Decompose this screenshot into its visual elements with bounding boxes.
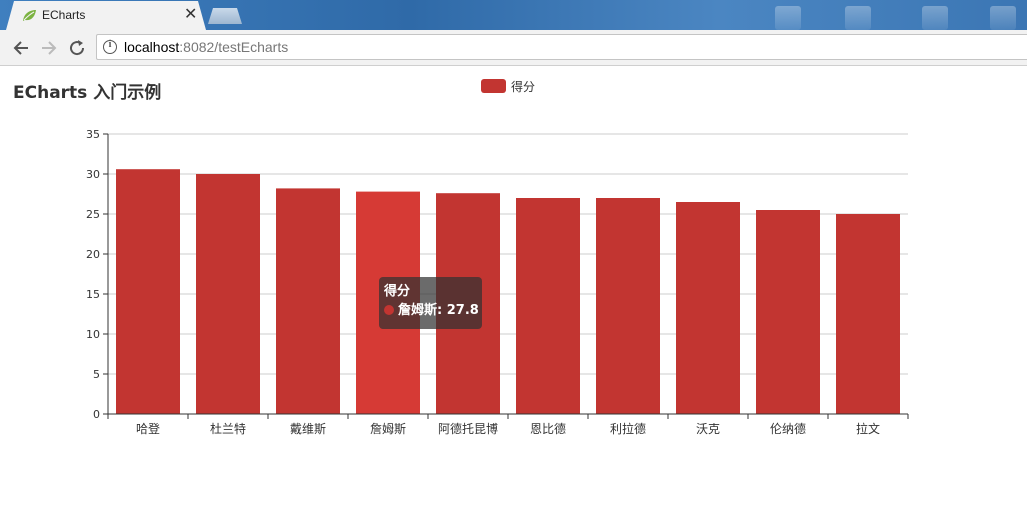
x-tick-label: 恩比德: [530, 421, 566, 436]
bar[interactable]: [756, 210, 820, 414]
y-tick-label: 30: [86, 168, 100, 181]
y-tick-label: 10: [86, 328, 100, 341]
bar[interactable]: [196, 174, 260, 414]
y-tick-label: 20: [86, 248, 100, 261]
bar-chart: 0 5 10 15 20 25 30 35 哈登 杜兰特 戴维斯 詹姆斯 阿德托昆博 恩比德 利拉德 沃克 伦纳…: [86, 128, 909, 436]
x-tick-label: 詹姆斯: [370, 422, 406, 436]
x-tick-label: 伦纳德: [770, 421, 806, 436]
y-tick-label: 25: [86, 208, 100, 221]
bar[interactable]: [276, 188, 340, 414]
x-tick-label: 戴维斯: [290, 421, 326, 436]
x-tick-label: 沃克: [696, 422, 720, 436]
x-tick-label: 利拉德: [610, 421, 646, 436]
y-tick-label: 0: [93, 408, 100, 421]
tooltip-row: 詹姆斯: 27.8: [384, 301, 479, 321]
bar[interactable]: [836, 214, 900, 414]
x-tick-label: 杜兰特: [210, 421, 246, 436]
bar[interactable]: [676, 202, 740, 414]
bar[interactable]: [596, 198, 660, 414]
x-tick-label: 阿德托昆博: [438, 421, 498, 436]
bar[interactable]: [516, 198, 580, 414]
y-tick-label: 5: [93, 368, 100, 381]
x-tick-label: 哈登: [136, 421, 160, 436]
x-tick-label: 拉文: [856, 421, 880, 436]
tooltip-marker: [384, 305, 394, 315]
y-tick-label: 15: [86, 288, 100, 301]
bar[interactable]: [116, 169, 180, 414]
tooltip-value: 詹姆斯: 27.8: [398, 303, 479, 318]
tooltip-series-name: 得分: [384, 284, 411, 299]
y-tick-label: 35: [86, 128, 100, 141]
chart-tooltip: 得分 詹姆斯: 27.8: [379, 277, 482, 329]
